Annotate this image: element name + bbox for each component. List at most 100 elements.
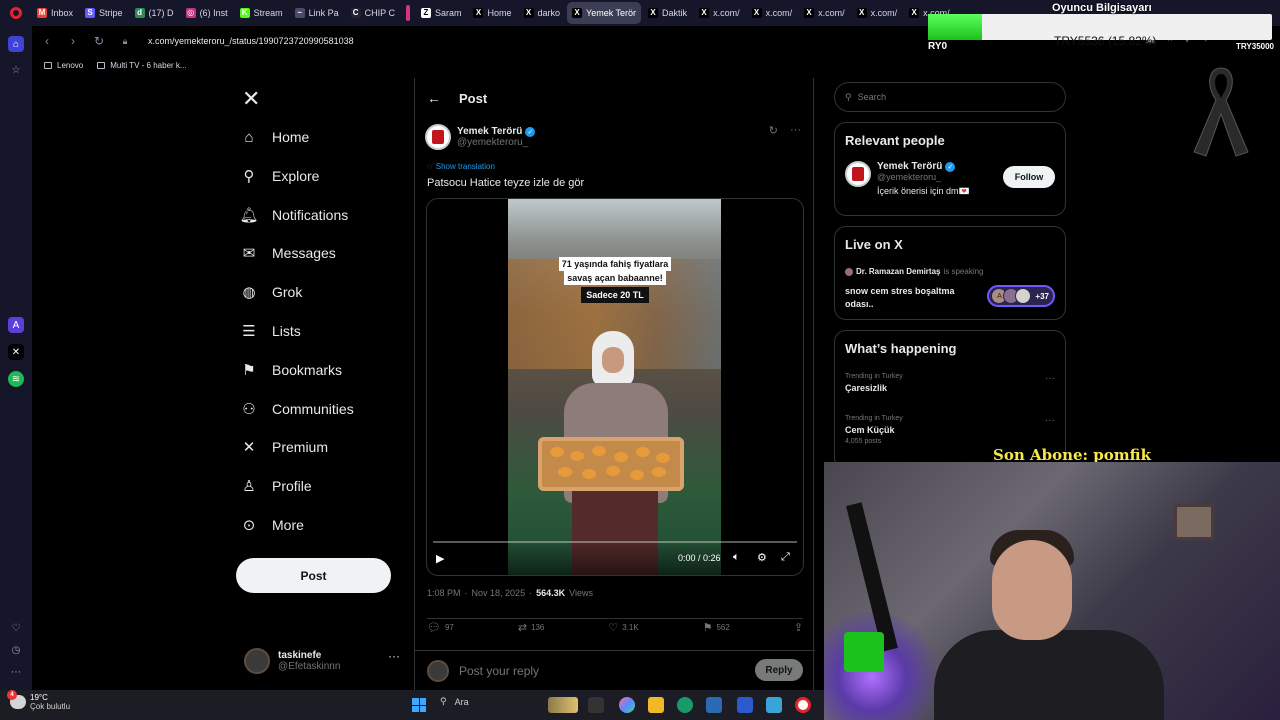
food-tray	[538, 437, 684, 491]
copilot-icon[interactable]	[619, 697, 635, 713]
search-input[interactable]: ⚲ Search	[834, 82, 1066, 112]
nav-item-home[interactable]: ⌂ Home	[240, 122, 309, 152]
windows-start-icon[interactable]	[412, 698, 426, 712]
browser-tab[interactable]: C CHIP C	[346, 2, 400, 24]
author-handle[interactable]: @yemekteroru_	[457, 137, 535, 148]
store-icon[interactable]	[706, 697, 722, 713]
nav-item-notifications[interactable]: 🔔︎ Notifications	[239, 200, 348, 230]
live-host[interactable]: Dr. Ramazan Demirtaş is speaking	[845, 267, 984, 276]
home-speed-dial-icon[interactable]: ⌂	[8, 36, 24, 52]
nav-item-messages[interactable]: ✉ Messages	[240, 238, 336, 268]
video-progress-bar[interactable]	[433, 541, 797, 543]
url-field[interactable]: x.com/yemekteroru_/status/19907237209905…	[148, 36, 354, 46]
more-dots-icon[interactable]: ···	[1045, 415, 1055, 426]
nav-item-explore[interactable]: ⚲ Explore	[240, 161, 320, 191]
show-translation-link[interactable]: ◌ Show translation	[427, 162, 495, 171]
file-explorer-icon[interactable]	[648, 697, 664, 713]
weather-desc: Çok bulutlu	[30, 702, 71, 711]
more-icon[interactable]: ⋯	[8, 664, 24, 680]
x-app-icon[interactable]: ✕	[8, 344, 24, 360]
weather-widget[interactable]: 4 19°C Çok bulutlu	[7, 690, 71, 711]
browser-tab[interactable]: S Stripe	[80, 2, 128, 24]
browser-tab[interactable]: X Daktik	[643, 2, 692, 24]
space-listeners[interactable]: A +37	[987, 285, 1055, 307]
reply-icon: 💬︎	[427, 622, 441, 634]
browser-tab[interactable]: K Stream	[235, 2, 288, 24]
reload-icon[interactable]: ↻	[92, 34, 106, 48]
fullscreen-icon[interactable]: ⤢	[781, 551, 790, 564]
relevant-person[interactable]: Yemek Terörü ✓ @yemekteroru_ İçerik öner…	[845, 161, 970, 197]
nav-item-premium[interactable]: ✕ Premium	[240, 432, 328, 462]
grok-icon: ◍	[242, 284, 256, 302]
video-player[interactable]: 71 yaşında fahiş fiyatlara savaş açan ba…	[426, 198, 804, 576]
grok-explain-icon[interactable]: ↻	[769, 124, 778, 137]
back-arrow-icon[interactable]: ←	[427, 90, 441, 106]
author-name[interactable]: Yemek Terörü ✓	[457, 126, 536, 137]
nav-item-lists[interactable]: ☰ Lists	[240, 316, 301, 346]
bookmark-action[interactable]: ⚑ 562	[703, 619, 730, 636]
author-avatar[interactable]	[425, 124, 451, 150]
nav-item-profile[interactable]: ♙ Profile	[240, 471, 311, 501]
opera-logo-icon[interactable]	[0, 0, 32, 26]
back-icon[interactable]: ‹	[40, 34, 54, 48]
account-switcher[interactable]: taskinefe @Efetaskinnn ···	[244, 643, 400, 679]
browser-tab[interactable]: Xx.com/	[747, 2, 798, 24]
reply-button[interactable]: Reply	[755, 659, 803, 681]
post-button[interactable]: Post	[236, 558, 391, 593]
history-icon[interactable]: ◷	[8, 642, 24, 658]
bookmark-lenovo[interactable]: Lenovo	[44, 61, 83, 70]
person-avatar[interactable]	[845, 161, 871, 187]
post-date[interactable]: Nov 18, 2025	[472, 588, 526, 598]
trend-item[interactable]: Trending in Turkey Cem Küçük 4,055 posts	[845, 415, 903, 445]
video-frame[interactable]: 71 yaşında fahiş fiyatlara savaş açan ba…	[508, 199, 721, 575]
browser-tab[interactable]: Xx.com/	[799, 2, 850, 24]
volume-icon[interactable]: 🔈︎	[733, 551, 740, 564]
bookmark-multi-tv[interactable]: Multi TV - 6 haber k...	[97, 61, 187, 70]
browser-tab[interactable]: Z Saram	[416, 2, 467, 24]
aria-icon[interactable]: A	[8, 317, 24, 333]
browser-tab[interactable]: d (17) D	[130, 2, 179, 24]
browser-tab[interactable]: X Home	[468, 2, 516, 24]
task-view-icon[interactable]	[588, 697, 604, 713]
edge-icon[interactable]	[677, 697, 693, 713]
more-dots-icon[interactable]: ···	[790, 124, 801, 137]
browser-tab[interactable]: ◎ (6) Inst	[181, 2, 233, 24]
post-time[interactable]: 1:08 PM	[427, 588, 461, 598]
repost-action[interactable]: ⇄ 136	[518, 619, 545, 636]
network-app-icon[interactable]	[766, 697, 782, 713]
post-author[interactable]: Yemek Terörü ✓ @yemekteroru_	[425, 122, 536, 152]
settings-gear-icon[interactable]: ⚙	[757, 551, 767, 564]
spotify-icon[interactable]: ≋	[8, 371, 24, 387]
nav-item-bookmarks[interactable]: ⚑ Bookmarks	[240, 355, 342, 385]
like-action[interactable]: ♡ 3.1K	[608, 619, 638, 636]
taskbar-search[interactable]: ⚲ Ara	[440, 696, 469, 707]
browser-tab[interactable]: Xx.com/	[694, 2, 745, 24]
browser-tab[interactable]: X Yemek Terör	[567, 2, 642, 24]
space-title[interactable]: snow cem stres boşaltma odası..	[845, 285, 973, 311]
video-time: 0:00 / 0:26	[678, 553, 721, 563]
person-name[interactable]: Yemek Terörü	[877, 161, 942, 172]
x-logo-icon[interactable]: ✕	[242, 86, 260, 112]
nav-item-more[interactable]: ⊙ More	[240, 510, 304, 540]
browser-tab[interactable]: Xx.com/	[852, 2, 903, 24]
star-icon[interactable]: ☆	[8, 62, 24, 78]
more-dots-icon[interactable]: ···	[1045, 373, 1055, 384]
play-icon[interactable]: ▶	[436, 552, 444, 565]
post-header: ← Post	[415, 78, 815, 118]
follow-button[interactable]: Follow	[1003, 166, 1055, 188]
share-action[interactable]: ⇪	[794, 619, 803, 636]
more-dots-icon[interactable]: ···	[388, 649, 400, 663]
forward-icon[interactable]: ›	[66, 34, 80, 48]
teams-icon[interactable]	[737, 697, 753, 713]
host-avatar	[845, 267, 853, 276]
browser-tab[interactable]: Xdarko	[519, 2, 566, 24]
browser-tab[interactable]: ~ Link Pa	[290, 2, 344, 24]
nav-item-communities[interactable]: ⚇ Communities	[240, 394, 353, 424]
trend-item[interactable]: Trending in Turkey Çaresizlik	[845, 373, 903, 393]
heart-icon[interactable]: ♡	[8, 620, 24, 636]
browser-tab[interactable]: M Inbox	[32, 2, 78, 24]
nav-item-grok[interactable]: ◍ Grok	[240, 277, 302, 307]
reply-action[interactable]: 💬︎ 97	[427, 619, 454, 636]
opera-taskbar-icon[interactable]	[795, 697, 811, 713]
widgets-icon[interactable]	[548, 697, 578, 713]
